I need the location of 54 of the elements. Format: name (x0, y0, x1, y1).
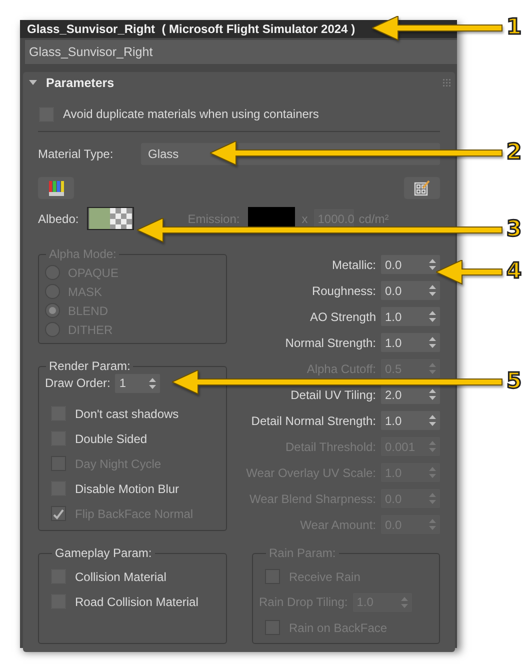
checkbox-label: Disable Motion Blur (75, 482, 180, 496)
callout-arrow (436, 260, 503, 285)
number-spinner[interactable]: 0.0 (381, 255, 440, 274)
group-label: Gameplay Param: (54, 546, 153, 560)
spinner-arrows-icon (429, 285, 436, 296)
number-spinner[interactable]: 2.0 (381, 385, 440, 404)
color-bars-icon (48, 180, 64, 196)
spinner-arrows-icon (400, 596, 408, 608)
spinner-arrows-icon (429, 389, 436, 400)
rollout-header[interactable]: Parameters (23, 72, 455, 94)
number-spinner[interactable]: 1.0 (381, 307, 440, 326)
number-spinner[interactable]: 1 (115, 374, 160, 392)
grip-icon (443, 79, 451, 87)
number-spinner[interactable]: 1.0 (381, 411, 440, 430)
edit-grid-button[interactable] (404, 177, 440, 199)
checkbox-label: Avoid duplicate materials when using containers (63, 107, 319, 121)
spinner-arrows-icon (429, 467, 436, 478)
field-label: Roughness: (312, 284, 376, 298)
collapse-triangle-icon (29, 79, 37, 87)
field-label: Material Type: (38, 147, 114, 161)
callout-number: 5 (505, 370, 523, 394)
spinner-arrows-icon (429, 259, 436, 270)
field-label: Draw Order: (45, 376, 110, 390)
number-spinner[interactable]: 1.0 (381, 333, 440, 352)
spinner-arrows-icon (429, 415, 436, 426)
checkmark-icon (52, 508, 65, 520)
spinner-arrows-icon (429, 311, 436, 322)
field-label: Metallic: (332, 258, 376, 272)
spinner-arrows-icon (429, 363, 436, 374)
grid-pencil-icon (414, 180, 430, 196)
number-spinner[interactable]: 0.0 (381, 281, 440, 300)
field-label: Detail UV Tiling: (290, 388, 376, 402)
spinner-arrows-icon (429, 441, 436, 452)
checkbox-label: Don't cast shadows (75, 406, 179, 420)
field-label: Normal Strength: (285, 336, 376, 350)
name-field[interactable]: Glass_Sunvisor_Right (25, 40, 457, 64)
albedo-swatch[interactable] (86, 207, 134, 230)
callout-number: 3 (505, 218, 523, 242)
checkbox-label: Collision Material (75, 570, 166, 584)
spinner-arrows-icon (429, 493, 436, 504)
field-label: Detail Normal Strength: (251, 414, 376, 428)
window-title: Glass_Sunvisor_Right ( Microsoft Flight Simulator 2024 ) (20, 20, 457, 38)
spinner-arrows-icon (149, 378, 156, 388)
callout-number: 2 (505, 141, 523, 165)
callout-number: 4 (505, 260, 523, 284)
field-label: AO Strength (310, 310, 376, 324)
color-bars-button[interactable] (38, 177, 74, 199)
callout-number: 1 (505, 16, 523, 40)
spinner-arrows-icon (429, 519, 436, 530)
group-label: Render Param: (48, 359, 132, 373)
field-label: Albedo: (38, 212, 79, 226)
spinner-arrows-icon (429, 337, 436, 348)
checkbox-label: Double Sided (75, 432, 148, 446)
checkbox-label: Road Collision Material (75, 594, 198, 608)
